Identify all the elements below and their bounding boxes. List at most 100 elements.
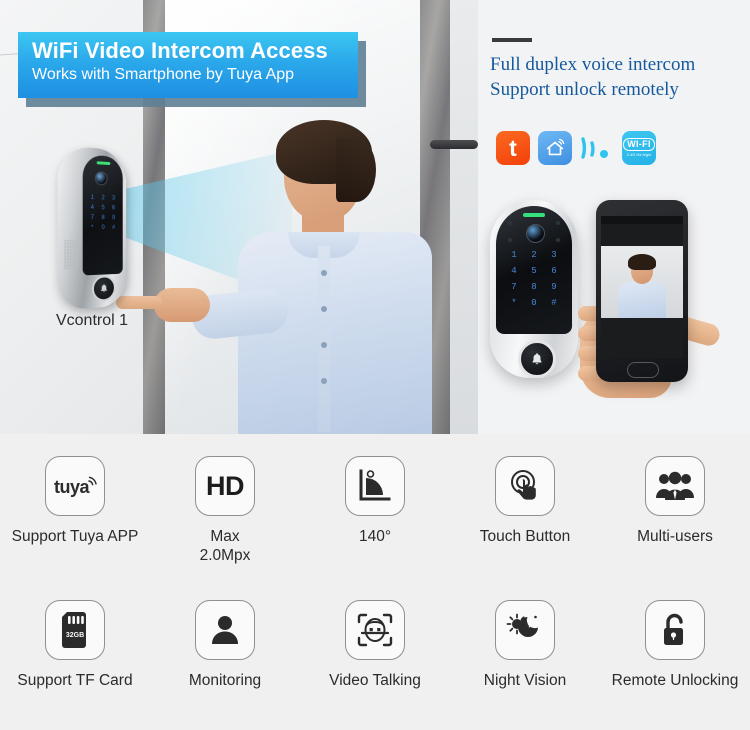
keypad-key: 9	[551, 282, 557, 292]
hd-icon: HD	[195, 456, 255, 516]
keypad-key: 7	[511, 282, 517, 292]
feature-label: Support TF Card	[17, 672, 133, 689]
wifi-24g-sublabel: 2.4G Hz b/g/n	[626, 152, 652, 157]
device-front-panel: 1 2 3 4 5 6 7 8 9 * 0 #	[82, 154, 123, 276]
feature-support-tf-card: 32GB Support TF Card	[0, 600, 150, 690]
open-padlock-icon	[664, 613, 683, 645]
right-heading: Full duplex voice intercom Support unloc…	[490, 52, 740, 102]
feature-support-tuya-app: tuya Support Tuya APP	[0, 456, 150, 565]
compatibility-badges: t WI-FI 2.4G Hz b/g/n	[496, 131, 656, 165]
shirt-button	[321, 378, 327, 384]
keypad-key: 6	[112, 205, 116, 212]
tuya-badge: t	[496, 131, 530, 165]
features-row-1: tuya Support Tuya APP HD Max 2.0Mpx 140°…	[0, 456, 750, 565]
feature-label: Touch Button	[479, 528, 571, 545]
hero-section: 1 2 3 4 5 6 7 8 9 * 0 # Vcontrol 1 WiFi …	[0, 0, 750, 434]
face-scan-icon	[357, 613, 393, 647]
hd-text: HD	[206, 470, 245, 501]
tuya-letter: t	[509, 134, 517, 161]
feature-label: Max 2.0Mpx	[199, 528, 251, 564]
hero-banner: WiFi Video Intercom Access Works with Sm…	[18, 32, 366, 107]
banner-body: WiFi Video Intercom Access Works with Sm…	[18, 32, 358, 98]
tuya-icon: tuya	[45, 456, 105, 516]
feature-touch-button: Touch Button	[450, 456, 600, 565]
svg-text:tuya: tuya	[54, 477, 91, 497]
feature-label: Support Tuya APP	[11, 528, 139, 545]
shirt-button	[321, 270, 327, 276]
memory-card-icon: 32GB	[62, 612, 86, 648]
shirt-button	[321, 306, 327, 312]
video-call-feed	[601, 246, 683, 318]
feature-view-angle: 140°	[300, 456, 450, 565]
users-group-icon	[656, 471, 694, 500]
product-keypad: 1 2 3 4 5 6 7 8 9 * 0 #	[504, 250, 564, 308]
feature-label: Night Vision	[483, 672, 567, 689]
ir-sensor-icon	[508, 221, 512, 225]
view-angle-icon	[345, 456, 405, 516]
feature-monitoring: Monitoring	[150, 600, 300, 690]
product-camera-lens-icon	[526, 224, 545, 243]
keypad-key: 7	[90, 214, 94, 222]
multi-users-icon	[645, 456, 705, 516]
camera-lens-icon	[94, 171, 108, 186]
heading-rule	[492, 38, 532, 42]
wifi-icon	[581, 137, 608, 159]
keypad-key: 2	[531, 250, 537, 260]
intercom-device-product: 1 2 3 4 5 6 7 8 9 * 0 #	[490, 200, 578, 378]
keypad-key: 6	[551, 266, 557, 276]
device-keypad: 1 2 3 4 5 6 7 8 9 * 0 #	[87, 195, 118, 232]
shirt-button	[321, 342, 327, 348]
feature-night-vision: Night Vision	[450, 600, 600, 690]
touch-button-icon	[495, 456, 555, 516]
product-with-phone: 1 2 3 4 5 6 7 8 9 * 0 #	[482, 196, 750, 404]
video-talking-icon	[345, 600, 405, 660]
tf-card-capacity: 32GB	[66, 632, 84, 639]
remote-unlocking-icon	[645, 600, 705, 660]
keypad-key: 4	[90, 204, 94, 212]
feature-max-resolution: HD Max 2.0Mpx	[150, 456, 300, 565]
keypad-key: 1	[90, 194, 94, 202]
wifi-24g-label: WI-FI	[623, 138, 655, 151]
keypad-key: 0	[101, 225, 105, 231]
keypad-key: 8	[531, 282, 537, 292]
smartphone	[596, 200, 688, 382]
feed-person-hair	[628, 254, 656, 270]
right-heading-line2: Support unlock remotely	[490, 79, 679, 100]
speaker-grille	[64, 240, 79, 270]
keypad-key: #	[551, 298, 557, 308]
wifi-24g-badge: WI-FI 2.4G Hz b/g/n	[622, 131, 656, 165]
glass-right-panel	[450, 0, 478, 434]
banner-title: WiFi Video Intercom Access	[32, 38, 328, 63]
keypad-key: 5	[101, 205, 105, 212]
device-name-label: Vcontrol 1	[55, 312, 129, 329]
door-handle	[430, 140, 478, 149]
monitoring-icon	[195, 600, 255, 660]
feature-label: Remote Unlocking	[611, 672, 739, 689]
right-heading-line1: Full duplex voice intercom	[490, 54, 696, 75]
feature-video-talking: Video Talking	[300, 600, 450, 690]
feed-person-body	[618, 282, 666, 318]
ir-sensor-icon	[508, 238, 512, 242]
keypad-key: 3	[551, 250, 557, 260]
smart-home-icon	[546, 138, 565, 156]
keypad-key: 5	[531, 266, 537, 276]
touch-finger-icon	[511, 470, 536, 500]
person-hair-back	[336, 138, 376, 202]
ir-sensor-icon	[556, 221, 560, 225]
features-row-2: 32GB Support TF Card Monitoring Video Ta…	[0, 600, 750, 690]
hero-photo: 1 2 3 4 5 6 7 8 9 * 0 # Vcontrol 1 WiFi …	[0, 0, 478, 434]
product-banner-page: 1 2 3 4 5 6 7 8 9 * 0 # Vcontrol 1 WiFi …	[0, 0, 750, 730]
person-photo	[116, 120, 432, 434]
person-silhouette-icon	[212, 616, 238, 644]
keypad-key: *	[91, 224, 94, 232]
product-doorbell-button	[518, 340, 556, 378]
product-front-panel: 1 2 3 4 5 6 7 8 9 * 0 #	[496, 206, 572, 334]
wifi-signal-badge	[580, 131, 614, 165]
feature-remote-unlocking: Remote Unlocking	[600, 600, 750, 690]
bell-icon	[101, 284, 107, 293]
banner-subtitle: Works with Smartphone by Tuya App	[32, 66, 295, 83]
phone-home-button[interactable]	[627, 362, 659, 378]
person-hand	[154, 288, 210, 322]
angle-icon	[359, 469, 391, 501]
ir-sensor-icon	[556, 238, 560, 242]
